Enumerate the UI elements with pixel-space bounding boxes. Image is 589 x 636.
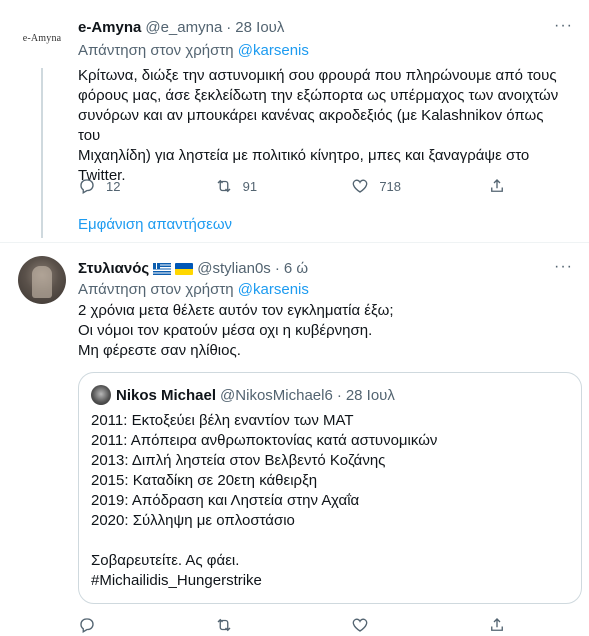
user-handle[interactable]: @stylian0s <box>197 260 271 277</box>
retweet-count: 91 <box>242 178 258 194</box>
share-icon <box>491 618 503 631</box>
tweet-text-line: Οι νόμοι τον κρατούν μέσα οχι η κυβέρνησ… <box>78 322 373 339</box>
display-name[interactable]: e-Amyna <box>78 19 141 36</box>
quoted-tweet-header: Nikos Michael @NikosMichael6 · 28 Ιουλ <box>91 385 395 405</box>
tweet-actions: 12 91 718 <box>78 177 508 195</box>
heart-icon <box>352 179 368 193</box>
tweet-text-line: Μη φέρεστε σαν ηλίθιος. <box>78 342 241 359</box>
quoted-tweet-text: 2011: Εκτοξεύει βέλη εναντίον των ΜΑΤ 20… <box>91 411 571 591</box>
retweet-icon <box>217 179 231 193</box>
quoted-avatar <box>91 385 111 405</box>
like-count: 718 <box>379 178 402 194</box>
reply-button[interactable] <box>78 616 138 634</box>
quoted-text-line: #Michailidis_Hungerstrike <box>91 572 262 589</box>
retweet-icon <box>217 618 231 632</box>
quoted-text-line: 2011: Απόπειρα ανθρωποκτονίας κατά αστυν… <box>91 432 438 449</box>
avatar-stylianos[interactable] <box>18 256 66 304</box>
dot-separator: · <box>274 260 280 277</box>
quoted-tweet[interactable]: Nikos Michael @NikosMichael6 · 28 Ιουλ 2… <box>78 372 582 604</box>
quoted-display-name: Nikos Michael <box>116 386 217 404</box>
like-button[interactable] <box>351 616 411 634</box>
quoted-text-line <box>91 531 571 551</box>
quoted-text-line: 2015: Καταδίκη σε 20ετη κάθειρξη <box>91 472 318 489</box>
tweet-text: Κρίτωνα, διώξε την αστυνομική σου φρουρά… <box>78 66 568 186</box>
tweet-header: e-Amyna @e_amyna · 28 Ιουλ <box>78 19 284 36</box>
tweet-text-line: φόρους μας, άσε ξεκλείδωτη την εξώπορτα … <box>78 87 559 104</box>
reply-count: 12 <box>106 178 121 194</box>
quoted-text-line: 2019: Απόδραση και Ληστεία στην Αχαΐα <box>91 492 360 509</box>
quoted-user-handle: @NikosMichael6 <box>220 386 333 404</box>
tweet-text: 2 χρόνια μετα θέλετε αυτόν τον εγκληματί… <box>78 301 568 361</box>
speech-bubble-icon <box>80 618 94 633</box>
share-icon <box>491 179 503 192</box>
reply-button[interactable]: 12 <box>78 177 138 195</box>
quoted-text-line: 2020: Σύλληψη με οπλοστάσιο <box>91 512 295 529</box>
ukraine-flag-icon <box>175 262 194 275</box>
reply-to-line: Απάντηση στον χρήστη @karsenis <box>78 42 309 59</box>
user-handle[interactable]: @e_amyna <box>145 19 222 36</box>
more-dots-icon[interactable]: ··· <box>554 258 573 276</box>
tweet-actions <box>78 616 508 634</box>
reply-to-line: Απάντηση στον χρήστη @karsenis <box>78 281 309 298</box>
reply-mention-link[interactable]: @karsenis <box>238 42 309 59</box>
thread-dots <box>34 211 50 229</box>
tweet-text-line: 2 χρόνια μετα θέλετε αυτόν τον εγκληματί… <box>78 302 394 319</box>
quoted-text-line: 2013: Διπλή ληστεία στον Βελβεντό Κοζάνη… <box>91 452 386 469</box>
avatar-logo-text: e-Amyna <box>22 32 62 44</box>
timestamp[interactable]: 28 Ιουλ <box>235 19 284 36</box>
tweet-text-line: συνόρων και αν μπουκάρει κανένας ακροδεξ… <box>78 107 544 144</box>
retweet-button[interactable] <box>215 616 275 634</box>
show-replies-link[interactable]: Εμφάνιση απαντήσεων <box>78 216 232 233</box>
tweet-text-line: Κρίτωνα, διώξε την αστυνομική σου φρουρά… <box>78 67 557 84</box>
greece-flag-icon <box>153 262 172 275</box>
more-dots-icon[interactable]: ··· <box>554 17 573 35</box>
speech-bubble-icon <box>80 179 94 194</box>
like-button[interactable]: 718 <box>351 177 411 195</box>
quoted-timestamp: 28 Ιουλ <box>345 386 395 404</box>
quoted-text-line: Σοβαρευτείτε. Ας φάει. <box>91 552 240 569</box>
retweet-button[interactable]: 91 <box>215 177 275 195</box>
tweet-header: Στυλιανός @stylian0s · 6 ώ <box>78 260 308 277</box>
share-button[interactable] <box>488 177 508 195</box>
share-button[interactable] <box>488 616 508 634</box>
tweet-divider <box>0 242 589 243</box>
timestamp[interactable]: 6 ώ <box>284 260 308 277</box>
dot-separator: · <box>336 386 342 404</box>
avatar-e-amyna[interactable]: e-Amyna <box>18 14 66 62</box>
display-name[interactable]: Στυλιανός <box>78 260 149 277</box>
reply-prefix: Απάντηση στον χρήστη <box>78 281 234 298</box>
quoted-text-line: 2011: Εκτοξεύει βέλη εναντίον των ΜΑΤ <box>91 412 354 429</box>
reply-mention-link[interactable]: @karsenis <box>238 281 309 298</box>
heart-icon <box>352 618 368 632</box>
reply-prefix: Απάντηση στον χρήστη <box>78 42 234 59</box>
tweet-text-line: Μιχαηλίδη) για ληστεία με πολιτικό κίνητ… <box>78 147 530 164</box>
dot-separator: · <box>226 19 232 36</box>
